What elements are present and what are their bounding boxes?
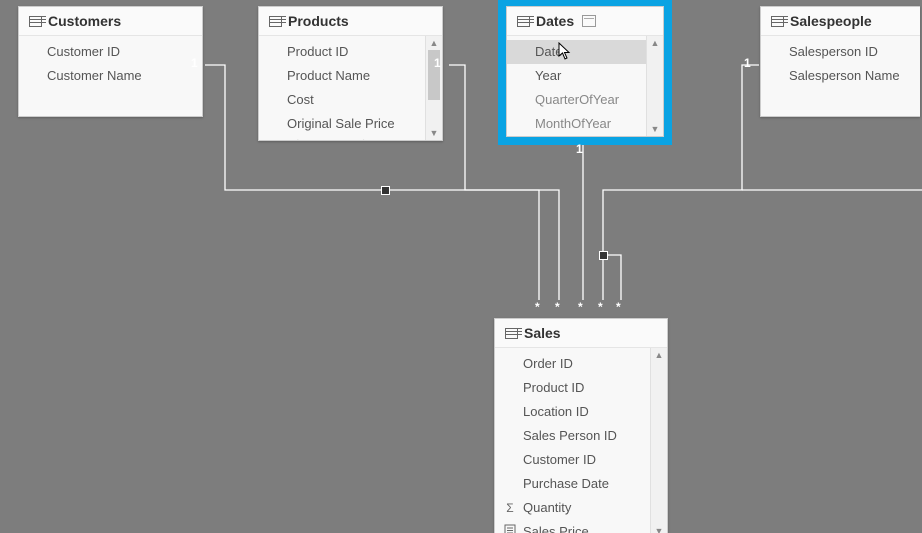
date-table-icon bbox=[582, 15, 596, 27]
field-label: Product ID bbox=[287, 42, 348, 62]
field-product-id[interactable]: Product ID bbox=[259, 40, 425, 64]
scrollbar[interactable]: ▲ ▼ bbox=[646, 36, 663, 136]
field-label: Customer ID bbox=[47, 42, 120, 62]
field-sales-price[interactable]: Sales Price bbox=[495, 520, 650, 533]
field-purchase-date[interactable]: Purchase Date bbox=[495, 472, 650, 496]
field-label: Order ID bbox=[523, 354, 573, 374]
table-title: Salespeople bbox=[790, 13, 872, 29]
field-label: Cost bbox=[287, 90, 314, 110]
cardinality-label-many: * bbox=[535, 300, 540, 314]
cardinality-label-many: * bbox=[555, 300, 560, 314]
field-product-name[interactable]: Product Name bbox=[259, 64, 425, 88]
scrollbar[interactable]: ▲ ▼ bbox=[650, 348, 667, 533]
measure-icon bbox=[503, 522, 517, 533]
table-header[interactable]: Customers bbox=[19, 7, 202, 36]
cardinality-label-one: 1 bbox=[744, 56, 751, 70]
field-label: MonthOfYear bbox=[535, 114, 611, 134]
scroll-down-icon[interactable]: ▼ bbox=[426, 126, 442, 140]
field-customer-id[interactable]: Customer ID bbox=[19, 40, 202, 64]
field-label: Customer Name bbox=[47, 66, 142, 86]
scroll-up-icon[interactable]: ▲ bbox=[647, 36, 663, 50]
scrollbar[interactable]: ▲ ▼ bbox=[425, 36, 442, 140]
field-order-id[interactable]: Order ID bbox=[495, 352, 650, 376]
field-year[interactable]: Year bbox=[507, 64, 646, 88]
cardinality-label-many: * bbox=[598, 300, 603, 314]
cardinality-label-one: 1 bbox=[434, 56, 441, 70]
field-customer-name[interactable]: Customer Name bbox=[19, 64, 202, 88]
table-header[interactable]: Salespeople bbox=[761, 7, 920, 36]
field-label: Product Name bbox=[287, 66, 370, 86]
table-header[interactable]: Dates bbox=[507, 7, 663, 36]
field-label: Original Sale Price bbox=[287, 114, 395, 134]
field-customer-id[interactable]: Customer ID bbox=[495, 448, 650, 472]
table-customers[interactable]: Customers Customer ID Customer Name bbox=[18, 6, 203, 117]
field-discount-code[interactable]: Discount Code bbox=[259, 133, 425, 140]
table-title: Sales bbox=[524, 325, 561, 341]
scroll-down-icon[interactable]: ▼ bbox=[651, 524, 667, 533]
cardinality-label-many: * bbox=[578, 300, 583, 314]
field-label: Date bbox=[535, 42, 562, 62]
table-salespeople[interactable]: Salespeople Salesperson ID Salesperson N… bbox=[760, 6, 920, 117]
field-salesperson-id[interactable]: Sales Person ID bbox=[495, 424, 650, 448]
table-title: Products bbox=[288, 13, 349, 29]
table-icon bbox=[505, 328, 518, 339]
table-header[interactable]: Products bbox=[259, 7, 442, 36]
table-dates[interactable]: Dates Date Year QuarterOfYear MonthOfYea… bbox=[506, 6, 664, 137]
field-salesperson-id[interactable]: Salesperson ID bbox=[761, 40, 920, 64]
cardinality-label-many: * bbox=[616, 300, 621, 314]
field-label: Sales Person ID bbox=[523, 426, 617, 446]
table-header[interactable]: Sales bbox=[495, 319, 667, 348]
field-label: Sales Price bbox=[523, 522, 589, 533]
field-salesperson-name[interactable]: Salesperson Name bbox=[761, 64, 920, 88]
field-label: Product ID bbox=[523, 378, 584, 398]
table-icon bbox=[771, 16, 784, 27]
field-label: Location ID bbox=[523, 402, 589, 422]
field-quarter[interactable]: QuarterOfYear bbox=[507, 88, 646, 112]
cardinality-label-one: 1 bbox=[576, 142, 583, 156]
scroll-down-icon[interactable]: ▼ bbox=[647, 122, 663, 136]
field-label: Salesperson Name bbox=[789, 66, 900, 86]
table-icon bbox=[517, 16, 530, 27]
field-label: Year bbox=[535, 66, 561, 86]
field-cost[interactable]: Cost bbox=[259, 88, 425, 112]
table-title: Customers bbox=[48, 13, 121, 29]
field-label: Customer ID bbox=[523, 450, 596, 470]
field-label: Discount Code bbox=[287, 135, 372, 140]
table-icon bbox=[29, 16, 42, 27]
field-label: Purchase Date bbox=[523, 474, 609, 494]
relationship-node[interactable] bbox=[381, 186, 390, 195]
cardinality-label-one: 1 bbox=[191, 56, 198, 70]
scroll-up-icon[interactable]: ▲ bbox=[651, 348, 667, 362]
field-label: Quantity bbox=[523, 498, 571, 518]
field-location-id[interactable]: Location ID bbox=[495, 400, 650, 424]
field-date[interactable]: Date bbox=[507, 40, 646, 64]
table-icon bbox=[269, 16, 282, 27]
scroll-up-icon[interactable]: ▲ bbox=[426, 36, 442, 50]
field-month[interactable]: MonthOfYear bbox=[507, 112, 646, 136]
field-label: Salesperson ID bbox=[789, 42, 878, 62]
relationship-node[interactable] bbox=[599, 251, 608, 260]
table-sales[interactable]: Sales Order ID Product ID Location ID Sa… bbox=[494, 318, 668, 533]
table-title: Dates bbox=[536, 13, 574, 29]
table-products[interactable]: Products Product ID Product Name Cost Or… bbox=[258, 6, 443, 141]
field-product-id[interactable]: Product ID bbox=[495, 376, 650, 400]
field-quantity[interactable]: Σ Quantity bbox=[495, 496, 650, 520]
field-label: QuarterOfYear bbox=[535, 90, 619, 110]
sigma-icon: Σ bbox=[503, 498, 517, 518]
